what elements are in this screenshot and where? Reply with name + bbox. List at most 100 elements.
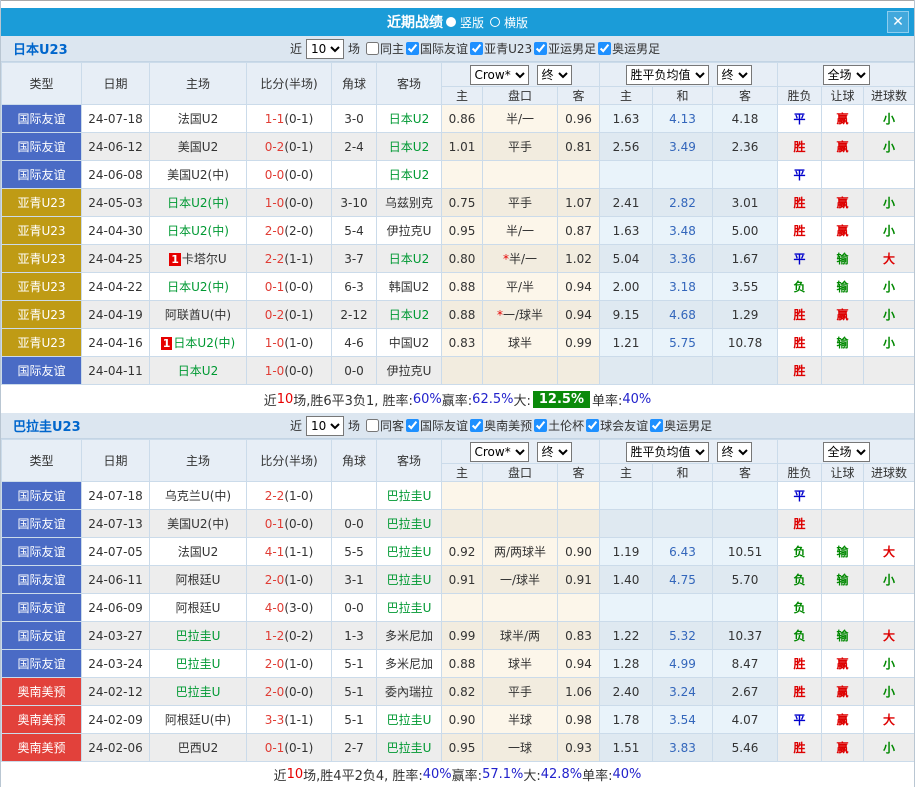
cell-odds-away — [558, 482, 600, 510]
view-radio[interactable] — [446, 17, 456, 27]
league-filter[interactable]: 奥南美预 — [470, 417, 532, 434]
league-checkbox[interactable] — [470, 419, 483, 432]
cell-home-team: 日本U2(中) — [150, 189, 247, 217]
cell-match-type: 亚青U23 — [2, 189, 82, 217]
final-odds-select[interactable]: 终 — [537, 442, 572, 462]
final-wdl-select[interactable]: 终 — [717, 442, 752, 462]
scope-group-header: 全场 — [778, 63, 915, 87]
wdl-avg-select[interactable]: 胜平负均值 — [626, 442, 709, 462]
match-row: 国际友谊24-06-09阿根廷U4-0(3-0)0-0巴拉圭U负 — [2, 594, 915, 622]
league-filter[interactable]: 球会友谊 — [586, 417, 648, 434]
league-filter[interactable]: 土伦杯 — [534, 417, 584, 434]
scope-select[interactable]: 全场 — [823, 65, 870, 85]
cell-odds-home: 0.90 — [442, 706, 483, 734]
league-checkbox[interactable] — [534, 419, 547, 432]
league-filter[interactable]: 国际友谊 — [406, 40, 468, 57]
cell-goals — [864, 594, 915, 622]
cell-result: 平 — [778, 105, 822, 133]
cell-avg-lose — [713, 161, 778, 189]
final-wdl-select[interactable]: 终 — [717, 65, 752, 85]
same-venue-checkbox[interactable] — [366, 42, 379, 55]
cell-handicap: 球半 — [483, 329, 558, 357]
team-name: 日本U2 — [389, 252, 429, 266]
cell-away-team: 巴拉圭U — [377, 594, 442, 622]
match-row: 国际友谊24-06-12美国U20-2(0-1)2-4日本U21.01平手0.8… — [2, 133, 915, 161]
cell-handicap: 球半/两 — [483, 622, 558, 650]
cell-away-team: 巴拉圭U — [377, 566, 442, 594]
cell-odds-away: 0.94 — [558, 301, 600, 329]
team-name: 日本U2(中) — [167, 280, 229, 294]
view-radio-label[interactable]: 竖版 — [460, 16, 484, 30]
league-filter[interactable]: 国际友谊 — [406, 417, 468, 434]
cell-home-team: 阿根廷U — [150, 594, 247, 622]
sub-lose: 客 — [713, 87, 778, 105]
cell-avg-win — [600, 161, 653, 189]
league-filter[interactable]: 亚运男足 — [534, 40, 596, 57]
cell-avg-win: 1.21 — [600, 329, 653, 357]
cell-goals — [864, 482, 915, 510]
cell-away-team: 委內瑞拉 — [377, 678, 442, 706]
team-name: 阿根廷U — [176, 601, 221, 615]
cell-date: 24-04-30 — [82, 217, 150, 245]
league-checkbox[interactable] — [650, 419, 663, 432]
cell-date: 24-04-19 — [82, 301, 150, 329]
league-filter[interactable]: 奥运男足 — [598, 40, 660, 57]
match-row: 国际友谊24-07-18乌克兰U(中)2-2(1-0)巴拉圭U平 — [2, 482, 915, 510]
odds-provider-select[interactable]: Crow* — [470, 65, 529, 85]
sub-lose: 客 — [713, 464, 778, 482]
cell-goals: 小 — [864, 301, 915, 329]
team-section-japan: 日本U23 近 10 场 同主 国际友谊亚青U23亚运男足奥运男足 — [1, 36, 914, 413]
cell-avg-draw — [653, 594, 713, 622]
cell-odds-home: 0.91 — [442, 566, 483, 594]
league-filter[interactable]: 奥运男足 — [650, 417, 712, 434]
summary-segment: 42.8% — [541, 767, 582, 782]
league-checkbox[interactable] — [586, 419, 599, 432]
wdl-avg-select[interactable]: 胜平负均值 — [626, 65, 709, 85]
same-venue-filter[interactable]: 同客 — [366, 417, 404, 434]
halftime-score: (1-0) — [284, 573, 313, 587]
cell-handicap — [483, 161, 558, 189]
cell-handicap — [483, 357, 558, 385]
view-radio[interactable] — [490, 17, 500, 27]
halftime-score: (0-2) — [284, 629, 313, 643]
league-checkbox[interactable] — [406, 419, 419, 432]
cell-avg-win: 1.28 — [600, 650, 653, 678]
team-name: 巴拉圭U — [387, 713, 432, 727]
league-checkbox[interactable] — [598, 42, 611, 55]
final-odds-select[interactable]: 终 — [537, 65, 572, 85]
rounds-select[interactable]: 10 — [306, 39, 344, 59]
rounds-select[interactable]: 10 — [306, 416, 344, 436]
team-name: 美国U2(中) — [167, 517, 229, 531]
view-radio-label[interactable]: 横版 — [504, 16, 528, 30]
cell-away-team: 日本U2 — [377, 301, 442, 329]
close-icon[interactable]: ✕ — [887, 11, 909, 33]
cell-corner: 5-5 — [332, 538, 377, 566]
recent-results-dialog: 近期战绩 竖版横版 ✕ 日本U23 近 10 场 同主 国际友谊亚青U23亚运男… — [0, 0, 915, 787]
col-handicap-result: 让球 — [822, 87, 864, 105]
col-away: 客场 — [377, 63, 442, 105]
league-checkbox[interactable] — [470, 42, 483, 55]
cell-home-team: 乌克兰U(中) — [150, 482, 247, 510]
cell-score: 2-0(2-0) — [247, 217, 332, 245]
cell-avg-win: 1.19 — [600, 538, 653, 566]
odds-provider-select[interactable]: Crow* — [470, 442, 529, 462]
league-checkbox[interactable] — [534, 42, 547, 55]
same-venue-checkbox[interactable] — [366, 419, 379, 432]
league-filter[interactable]: 亚青U23 — [470, 40, 532, 57]
cell-home-team: 美国U2(中) — [150, 510, 247, 538]
cell-result: 平 — [778, 706, 822, 734]
cell-avg-draw: 3.49 — [653, 133, 713, 161]
cell-odds-home: 0.99 — [442, 622, 483, 650]
cell-goals — [864, 161, 915, 189]
league-checkbox[interactable] — [406, 42, 419, 55]
cell-avg-win: 1.78 — [600, 706, 653, 734]
cell-away-team: 日本U2 — [377, 161, 442, 189]
cell-odds-home — [442, 482, 483, 510]
same-venue-filter[interactable]: 同主 — [366, 40, 404, 57]
games-label: 场 — [348, 40, 360, 57]
match-row: 国际友谊24-07-05法国U24-1(1-1)5-5巴拉圭U0.92两/两球半… — [2, 538, 915, 566]
scope-select[interactable]: 全场 — [823, 442, 870, 462]
cell-result: 负 — [778, 622, 822, 650]
cell-avg-draw — [653, 482, 713, 510]
team-title: 日本U23 — [1, 39, 286, 58]
